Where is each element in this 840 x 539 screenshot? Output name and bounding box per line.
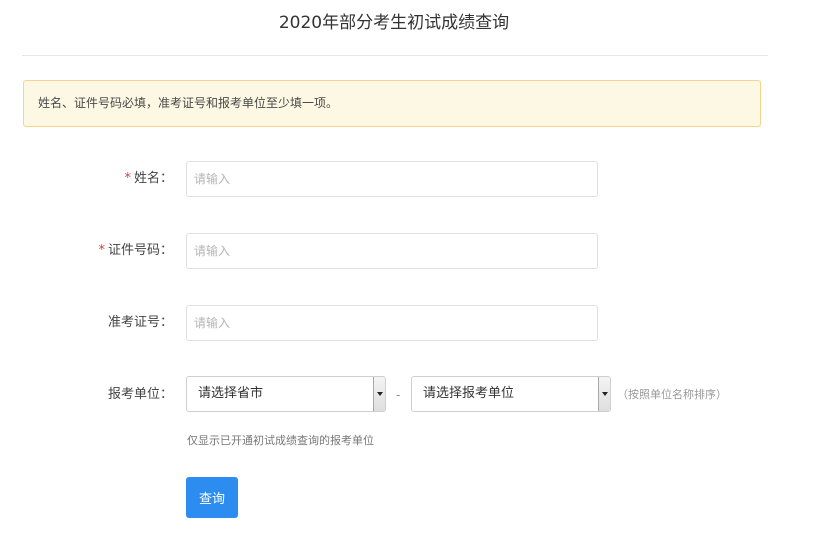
select-separator: - [396, 388, 401, 402]
id-number-input[interactable] [186, 233, 598, 269]
id-number-label: * 证件号码： [98, 233, 173, 269]
required-mark: * [124, 171, 131, 186]
title-divider [22, 55, 768, 56]
id-number-label-text: 证件号码： [107, 243, 173, 258]
exam-number-label: 准考证号： [107, 315, 173, 330]
required-mark: * [98, 243, 105, 258]
page-title: 2020年部分考生初试成绩查询 [278, 13, 510, 33]
name-label-text: 姓名： [133, 171, 173, 186]
notice-banner: 姓名、证件号码必填，准考证号和报考单位至少填一项。 [23, 80, 761, 127]
name-label: * 姓名： [124, 161, 173, 197]
chevron-down-icon[interactable] [598, 377, 610, 411]
unit-note: 仅显示已开通初试成绩查询的报考单位 [187, 434, 374, 447]
chevron-down-icon[interactable] [373, 377, 385, 411]
unit-select[interactable]: 请选择报考单位 [411, 376, 611, 412]
sort-hint: （按照单位名称排序） [617, 388, 727, 401]
form-row-unit: 报考单位： 请选择省市 - 请选择报考单位 （按照单位名称排序） [0, 375, 840, 415]
name-input[interactable] [186, 161, 598, 197]
province-select-value: 请选择省市 [198, 386, 264, 401]
unit-label: 报考单位： [107, 387, 173, 402]
query-button[interactable]: 查询 [186, 477, 238, 518]
unit-select-value: 请选择报考单位 [423, 386, 515, 401]
query-page: 2020年部分考生初试成绩查询 姓名、证件号码必填，准考证号和报考单位至少填一项… [0, 0, 840, 539]
province-select[interactable]: 请选择省市 [186, 376, 386, 412]
exam-number-input[interactable] [186, 305, 598, 341]
